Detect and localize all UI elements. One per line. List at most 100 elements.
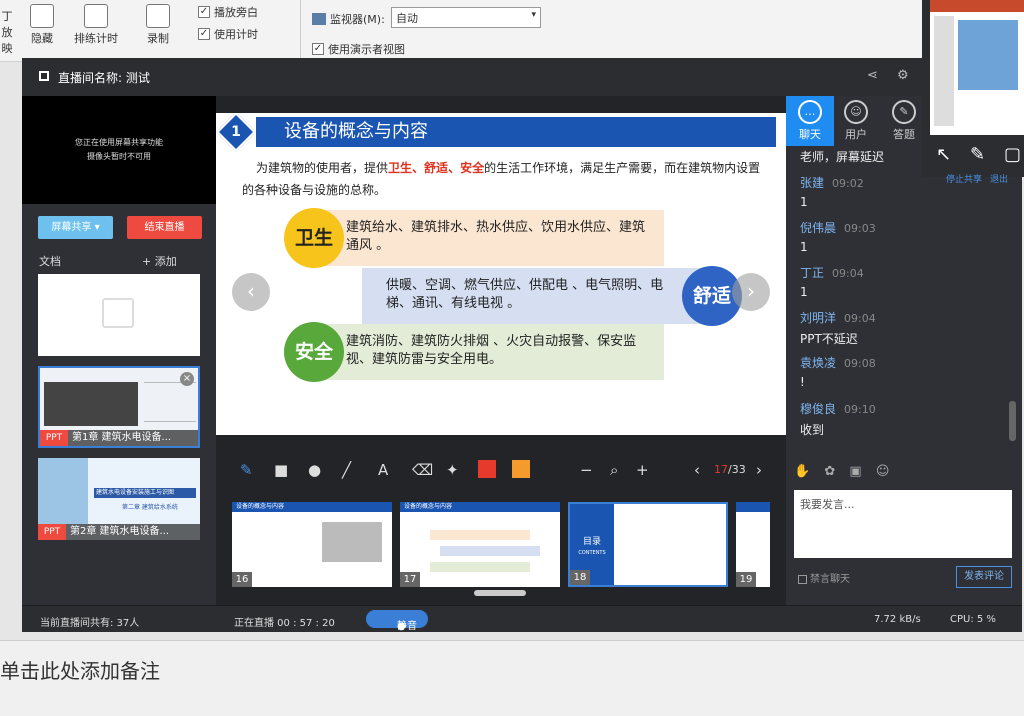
checkbox-icon — [798, 574, 807, 584]
hide-slide-button[interactable]: 隐藏 — [24, 4, 60, 46]
end-live-button[interactable]: 结束直播 — [127, 216, 202, 239]
eraser-icon[interactable]: ⌫ — [412, 461, 433, 479]
presentation-stage: 设备的概念与内容 1 为建筑物的使用者，提供卫生、舒适、安全的生活工作环境，满足… — [216, 96, 786, 605]
add-doc-button[interactable]: + 添加 — [142, 253, 177, 269]
next-slide-button[interactable]: › — [732, 273, 770, 311]
chk-timing[interactable]: ✓ 使用计时 — [198, 26, 258, 42]
share-icon[interactable]: ⋖ — [867, 68, 878, 83]
pencil-icon: ✎ — [892, 100, 916, 124]
doc-thumb-text — [144, 382, 196, 422]
chat-bubble-icon: … — [798, 100, 822, 124]
zoom-out-icon[interactable]: − — [580, 461, 593, 479]
thumb-number: 17 — [400, 572, 420, 587]
status-bar: 当前直播间共有: 37人 正在直播 00 : 57 : 20 ● 静音 7.72… — [22, 605, 1022, 632]
app-logo-icon — [39, 71, 49, 81]
thumb-image — [322, 522, 382, 562]
thumb-19[interactable]: 19 — [736, 502, 770, 587]
doc-type-badge: PPT — [40, 430, 68, 446]
tab-users[interactable]: ☺ 用户 — [832, 96, 880, 146]
message-text: 收到 — [800, 423, 825, 437]
screen-share-button[interactable]: 屏幕共享 ▾ — [38, 216, 113, 239]
checkbox-icon: ✓ — [198, 28, 210, 40]
document-icon — [102, 298, 134, 328]
intro-red-3: 安全 — [460, 161, 485, 175]
emoji-icon[interactable]: ☺ — [876, 464, 890, 479]
doc-thumb-sub: 第二章 建筑给水系统 — [122, 504, 178, 511]
online-count: 当前直播间共有: 37人 — [40, 618, 140, 629]
thumb-band — [430, 530, 530, 540]
chat-scrollbar[interactable] — [1009, 401, 1016, 441]
pen-icon[interactable]: ✎ — [240, 461, 253, 479]
current-slide: 设备的概念与内容 1 为建筑物的使用者，提供卫生、舒适、安全的生活工作环境，满足… — [216, 113, 786, 435]
cursor-icon[interactable]: ↖ — [936, 144, 951, 165]
message-text: 1 — [800, 285, 808, 299]
message-item: 丁正 09:04 1 — [800, 264, 1010, 299]
monitor-select[interactable]: 自动 ▾ — [391, 7, 541, 28]
chevron-left-icon: ‹ — [247, 279, 255, 303]
preview-tools: ↖ ✎ ▢ — [930, 140, 1024, 172]
live-duration: 正在直播 00 : 57 : 20 — [234, 618, 335, 629]
message-author: 倪伟晨 — [800, 221, 837, 235]
page-next-button[interactable]: › — [756, 461, 762, 479]
clear-icon[interactable]: ✦ — [446, 461, 459, 479]
notes-pane[interactable]: 单击此处添加备注 — [0, 640, 1024, 716]
ribbon-partial-button[interactable]: 丁放映 — [0, 8, 14, 56]
crop-icon[interactable]: ▢ — [1004, 144, 1021, 165]
message-list: 老师，屏幕延迟 张建 09:02 1 倪伟晨 09:03 1 丁正 09:04 1 刘明洋 0… — [792, 146, 1010, 456]
band-safety-text: 建筑消防、建筑防火排烟 、火灾自动报警、保安监视、建筑防雷与安全用电。 — [346, 334, 637, 367]
message-text: ! — [800, 375, 805, 389]
message-time: 09:03 — [844, 222, 876, 235]
page-prev-button[interactable]: ‹ — [694, 461, 700, 479]
text-tool-icon[interactable]: A — [378, 461, 388, 479]
line-icon[interactable]: ╱ — [342, 461, 351, 479]
slide-title-bar: 设备的概念与内容 — [256, 117, 776, 147]
record-button[interactable]: 录制 — [136, 4, 180, 46]
rehearse-timing-button[interactable]: 排练计时 — [70, 4, 122, 46]
ban-chat-toggle[interactable]: 禁言聊天 — [798, 570, 850, 585]
doc-blank[interactable] — [38, 274, 200, 356]
tab-quiz[interactable]: ✎ 答题 — [880, 96, 928, 146]
tab-chat-label: 聊天 — [799, 128, 821, 141]
record-label: 录制 — [147, 32, 169, 45]
doc-item-2[interactable]: 建筑水电设备安装施工与识图 第二章 建筑给水系统 PPT 第2章 建筑水电设备.… — [38, 458, 200, 540]
doc-name: 第2章 建筑水电设备... — [66, 524, 200, 540]
image-icon[interactable]: ▣ — [849, 464, 861, 479]
color-orange-swatch[interactable] — [512, 460, 530, 478]
zoom-icon[interactable]: ⌕ — [610, 461, 618, 479]
tab-quiz-label: 答题 — [893, 128, 915, 141]
thumb-16[interactable]: 设备的概念与内容 16 — [232, 502, 392, 587]
stopwatch-icon — [84, 4, 108, 28]
title-bar: 直播间名称: 测试 ⋖ ⚙ — [22, 58, 1022, 96]
mute-button[interactable]: ● 静音 — [366, 610, 428, 632]
rectangle-icon[interactable]: ■ — [274, 461, 288, 479]
flower-icon[interactable]: ✿ — [824, 464, 835, 479]
thumb-18[interactable]: 目录 CONTENTS 18 — [568, 502, 728, 587]
preview-header — [930, 0, 1024, 12]
stop-share-label: 停止共享 — [946, 175, 983, 185]
thumb-17[interactable]: 设备的概念与内容 17 — [400, 502, 560, 587]
tab-chat[interactable]: … 聊天 — [786, 96, 834, 146]
circle-icon[interactable]: ● — [308, 461, 321, 479]
circle-hygiene: 卫生 — [284, 208, 344, 268]
color-red-swatch[interactable] — [478, 460, 496, 478]
chevron-right-icon: › — [747, 279, 755, 303]
pen-icon[interactable]: ✎ — [970, 144, 985, 165]
hand-icon[interactable]: ✋ — [794, 464, 810, 479]
gear-icon[interactable]: ⚙ — [897, 68, 909, 83]
thumbs-scrollbar[interactable] — [474, 590, 526, 596]
stop-share-link[interactable]: 停止共享 退出 — [946, 172, 1008, 185]
slide-intro: 为建筑物的使用者，提供卫生、舒适、安全的生活工作环境，满足生产需要，而在建筑物内… — [242, 157, 772, 201]
network-speed: 7.72 kB/s — [874, 614, 921, 625]
doc-item-1[interactable]: × PPT 第1章 建筑水电设备... — [38, 366, 200, 448]
circle-hygiene-label: 卫生 — [294, 227, 333, 249]
monitor-icon — [312, 13, 326, 25]
checkbox-icon: ✓ — [198, 6, 210, 18]
chk-narration[interactable]: ✓ 播放旁白 — [198, 4, 258, 20]
close-icon[interactable]: × — [180, 372, 194, 386]
prev-slide-button[interactable]: ‹ — [232, 273, 270, 311]
chat-input[interactable]: 我要发言... — [794, 490, 1012, 558]
message-time: 09:02 — [832, 177, 864, 190]
chk-presenter-view[interactable]: ✓ 使用演示者视图 — [312, 41, 405, 57]
zoom-in-icon[interactable]: + — [636, 461, 649, 479]
send-comment-button[interactable]: 发表评论 — [956, 566, 1012, 588]
